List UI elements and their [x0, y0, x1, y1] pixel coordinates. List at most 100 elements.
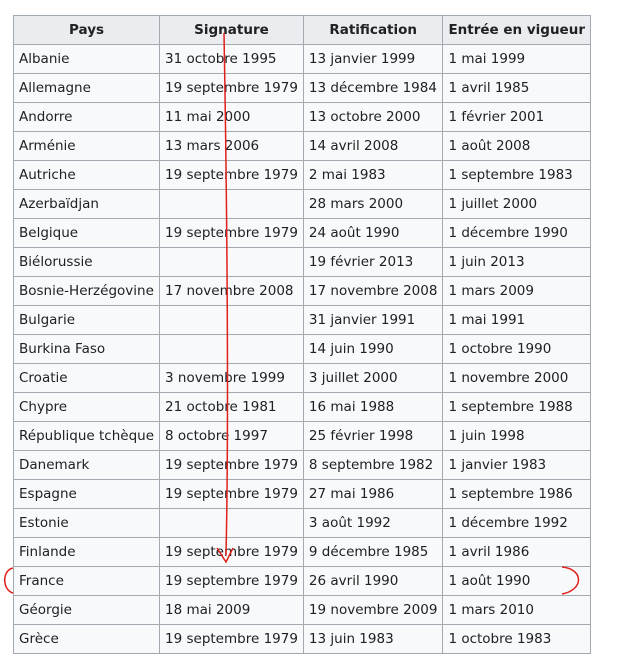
cell-signature: 19 septembre 1979	[159, 566, 304, 596]
cell-ratification: 17 novembre 2008	[302, 276, 444, 306]
column-header-ratification[interactable]: Ratification	[302, 15, 444, 45]
cell-entree: 1 juillet 2000	[442, 189, 591, 219]
cell-entree: 1 décembre 1990	[442, 218, 591, 248]
table-row: Albanie 31 octobre 1995 13 janvier 1999 1 m…	[12, 44, 591, 74]
cell-signature	[159, 508, 304, 538]
cell-pays: Chypre	[12, 392, 161, 422]
table-row: Espagne 19 septembre 1979 27 mai 1986 1 sep…	[12, 479, 591, 509]
cell-pays: Allemagne	[12, 73, 161, 103]
cell-signature: 19 septembre 1979	[159, 537, 304, 567]
cell-pays: Biélorussie	[12, 247, 161, 277]
cell-ratification: 24 août 1990	[302, 218, 444, 248]
cell-signature: 19 septembre 1979	[159, 160, 304, 190]
cell-ratification: 28 mars 2000	[302, 189, 444, 219]
table-row: Biélorussie 19 février 2013 1 juin 2013	[12, 247, 591, 277]
column-header-entree[interactable]: Entrée en vigueur	[442, 15, 591, 45]
cell-pays: Estonie	[12, 508, 161, 538]
cell-entree: 1 avril 1985	[442, 73, 591, 103]
cell-pays: Bulgarie	[12, 305, 161, 335]
cell-entree: 1 avril 1986	[442, 537, 591, 567]
cell-ratification: 19 novembre 2009	[302, 595, 444, 625]
table-row: Azerbaïdjan 28 mars 2000 1 juillet 2000	[12, 189, 591, 219]
table-row: Allemagne 19 septembre 1979 13 décembre 19…	[12, 73, 591, 103]
cell-signature: 19 septembre 1979	[159, 73, 304, 103]
cell-signature: 18 mai 2009	[159, 595, 304, 625]
cell-ratification: 19 février 2013	[302, 247, 444, 277]
cell-entree: 1 mai 1999	[442, 44, 591, 74]
cell-pays: Azerbaïdjan	[12, 189, 161, 219]
cell-signature: 3 novembre 1999	[159, 363, 304, 393]
cell-entree: 1 septembre 1988	[442, 392, 591, 422]
cell-ratification: 27 mai 1986	[302, 479, 444, 509]
cell-ratification: 3 juillet 2000	[302, 363, 444, 393]
cell-ratification: 9 décembre 1985	[302, 537, 444, 567]
table-row: Croatie 3 novembre 1999 3 juillet 2000 1 no…	[12, 363, 591, 393]
cell-entree: 1 août 1990	[442, 566, 591, 596]
cell-signature: 21 octobre 1981	[159, 392, 304, 422]
cell-signature: 19 septembre 1979	[159, 218, 304, 248]
cell-entree: 1 octobre 1983	[442, 624, 591, 654]
table-row: Danemark 19 septembre 1979 8 septembre 198…	[12, 450, 591, 480]
cell-ratification: 26 avril 1990	[302, 566, 444, 596]
table-row: Géorgie 18 mai 2009 19 novembre 2009 1 mars…	[12, 595, 591, 625]
cell-signature	[159, 334, 304, 364]
column-header-pays[interactable]: Pays	[12, 15, 161, 45]
cell-pays: Bosnie-Herzégovine	[12, 276, 161, 306]
cell-pays: Espagne	[12, 479, 161, 509]
ratification-table: Pays Signature Ratification Entrée en vi…	[12, 15, 591, 654]
cell-entree: 1 septembre 1983	[442, 160, 591, 190]
cell-entree: 1 novembre 2000	[442, 363, 591, 393]
table-row: Bulgarie 31 janvier 1991 1 mai 1991	[12, 305, 591, 335]
cell-pays: République tchèque	[12, 421, 161, 451]
table-row: Estonie 3 août 1992 1 décembre 1992	[12, 508, 591, 538]
cell-entree: 1 février 2001	[442, 102, 591, 132]
cell-ratification: 13 octobre 2000	[302, 102, 444, 132]
column-header-signature[interactable]: Signature	[159, 15, 304, 45]
table-header-row: Pays Signature Ratification Entrée en vi…	[12, 15, 591, 45]
cell-pays: Croatie	[12, 363, 161, 393]
cell-pays: Autriche	[12, 160, 161, 190]
cell-ratification: 25 février 1998	[302, 421, 444, 451]
table-row: France 19 septembre 1979 26 avril 1990 1 ao…	[12, 566, 591, 596]
cell-signature: 13 mars 2006	[159, 131, 304, 161]
cell-ratification: 3 août 1992	[302, 508, 444, 538]
cell-entree: 1 mai 1991	[442, 305, 591, 335]
table-row: Grèce 19 septembre 1979 13 juin 1983 1 octo…	[12, 624, 591, 654]
cell-pays: Burkina Faso	[12, 334, 161, 364]
cell-signature	[159, 305, 304, 335]
cell-pays: France	[12, 566, 161, 596]
cell-entree: 1 mars 2010	[442, 595, 591, 625]
cell-ratification: 8 septembre 1982	[302, 450, 444, 480]
cell-signature: 8 octobre 1997	[159, 421, 304, 451]
cell-pays: Finlande	[12, 537, 161, 567]
cell-pays: Grèce	[12, 624, 161, 654]
cell-ratification: 16 mai 1988	[302, 392, 444, 422]
cell-ratification: 14 juin 1990	[302, 334, 444, 364]
cell-pays: Géorgie	[12, 595, 161, 625]
cell-entree: 1 octobre 1990	[442, 334, 591, 364]
cell-pays: Arménie	[12, 131, 161, 161]
table-row: Autriche 19 septembre 1979 2 mai 1983 1 sep…	[12, 160, 591, 190]
table-row: Arménie 13 mars 2006 14 avril 2008 1 août 2…	[12, 131, 591, 161]
cell-entree: 1 juin 1998	[442, 421, 591, 451]
table-row: Chypre 21 octobre 1981 16 mai 1988 1 septem…	[12, 392, 591, 422]
table-row: République tchèque 8 octobre 1997 25 févri…	[12, 421, 591, 451]
cell-pays: Belgique	[12, 218, 161, 248]
cell-ratification: 14 avril 2008	[302, 131, 444, 161]
table-row: Bosnie-Herzégovine 17 novembre 2008 17 nov…	[12, 276, 591, 306]
cell-pays: Andorre	[12, 102, 161, 132]
cell-ratification: 13 décembre 1984	[302, 73, 444, 103]
table-row: Andorre 11 mai 2000 13 octobre 2000 1 févri…	[12, 102, 591, 132]
cell-signature	[159, 247, 304, 277]
cell-signature: 17 novembre 2008	[159, 276, 304, 306]
cell-ratification: 13 janvier 1999	[302, 44, 444, 74]
cell-signature: 11 mai 2000	[159, 102, 304, 132]
cell-pays: Danemark	[12, 450, 161, 480]
cell-pays: Albanie	[12, 44, 161, 74]
cell-signature: 19 septembre 1979	[159, 450, 304, 480]
cell-entree: 1 janvier 1983	[442, 450, 591, 480]
cell-signature: 31 octobre 1995	[159, 44, 304, 74]
cell-entree: 1 juin 2013	[442, 247, 591, 277]
table-body: Albanie 31 octobre 1995 13 janvier 1999 1 m…	[12, 44, 591, 654]
table-row: Finlande 19 septembre 1979 9 décembre 1985…	[12, 537, 591, 567]
